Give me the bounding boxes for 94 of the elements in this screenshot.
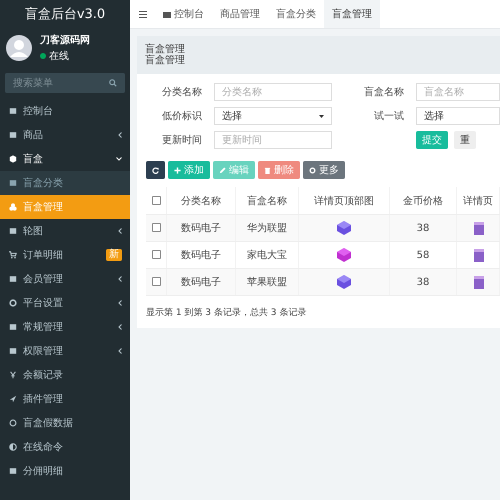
pencil-icon [219,166,226,174]
menu-item[interactable]: 盲盒 [0,147,130,171]
user-status: 在线 [49,50,69,63]
menu-item[interactable]: 商品 [0,123,130,147]
menu-item[interactable]: 平台设置 [0,291,130,315]
cart-icon [9,251,17,259]
table-cell: 数码电子 [166,214,236,242]
menu-label: 订单明细 [23,248,64,262]
chevron-left-icon [118,276,122,282]
table-cell: 苹果联盟 [236,268,298,296]
plus-icon [174,166,181,174]
row-checkbox[interactable] [152,250,160,260]
yen-icon [9,371,17,379]
pagination-info: 显示第 1 到第 3 条记录，总共 3 条记录 [146,306,308,319]
gift-box-image [336,274,352,290]
tab[interactable]: 盲盒分类 [268,0,324,28]
menu-label: 盲盒管理 [23,200,64,214]
menu-label: 商品 [23,128,44,142]
new-badge: 新 [106,249,122,261]
menu-item[interactable]: 分佣明细 [0,459,130,483]
menu-item[interactable]: 余额记录 [0,363,130,387]
menu-item[interactable]: 控制台 [0,99,130,123]
chevron-left-icon [118,324,122,330]
tab[interactable]: 商品管理 [212,0,268,28]
select-field[interactable]: 选择 [416,107,500,125]
menu-item[interactable]: 在线命令 [0,435,130,459]
menu-item[interactable]: 常规管理 [0,315,130,339]
input-field[interactable]: 盲盒名称 [416,83,500,101]
row-checkbox[interactable] [152,277,160,286]
table-cell: 数码电子 [166,268,236,296]
menu-label: 平台设置 [23,296,64,310]
field-label: 低价标识 [161,110,202,123]
select-field[interactable]: 选择 [214,107,332,125]
menu-item[interactable]: 订单明细 新 [0,243,130,267]
menu-item[interactable]: 盲盒假数据 [0,411,130,435]
menu-label: 轮图 [23,225,44,238]
gift-box-image [336,220,352,236]
half-icon [9,443,17,451]
refresh-icon [152,166,159,174]
menu-label: 控制台 [23,104,54,118]
table-cell: 华为联盟 [236,214,298,242]
gift-box-image [472,275,484,289]
chevron-left-icon [118,228,122,234]
panel-title: 盲盒管理 [145,44,186,55]
menu-item[interactable]: 权限管理 [0,339,130,363]
select-all-checkbox[interactable] [152,196,160,205]
menu-label: 常规管理 [23,320,64,334]
menu-label: 插件管理 [23,393,64,406]
tab[interactable]: 盲盒管理 [324,0,380,28]
input-field[interactable]: 更新时间 [214,131,332,149]
more-button[interactable]: 更多 [303,161,345,179]
menu-icon[interactable] [139,10,147,18]
chevron-left-icon [118,348,122,354]
app-title: 盲盒后台v3.0 [24,6,106,24]
field-label: 分类名称 [161,86,202,99]
menu-item[interactable]: 盲盒分类 [0,171,130,195]
status-dot-icon [40,53,46,59]
row-checkbox[interactable] [152,223,160,232]
search-field[interactable]: 搜索菜单 [5,73,125,93]
gift-box-image [472,221,484,235]
trash-icon [264,166,271,174]
menu-label: 盲盒分类 [23,176,64,190]
field-label: 试一试 [373,110,404,123]
menu-label: 分佣明细 [23,465,64,478]
reset-button[interactable]: 重 [454,131,476,149]
table-cell: 38 [390,268,456,296]
chevron-left-icon [118,132,122,138]
field-label: 更新时间 [161,134,202,147]
table-cell: 38 [390,214,456,242]
gift-box-image [336,247,352,263]
menu-label: 权限管理 [23,344,64,358]
gift-box-image [472,248,484,262]
cube-icon [9,155,17,163]
input-field[interactable]: 分类名称 [214,83,332,101]
menu-label: 盲盒 [23,152,44,166]
refresh-button[interactable] [146,161,165,179]
user-name: 刀客源码网 [40,33,90,47]
rocket-icon [9,395,17,403]
chevron-down-icon [116,157,122,161]
circle-icon [9,419,17,427]
chevron-left-icon [118,300,122,306]
caret-icon [319,114,324,118]
tab[interactable]: 控制台 [155,0,212,28]
search-icon [109,79,117,87]
menu-item[interactable]: 会员管理 [0,267,130,291]
menu-label: 余额记录 [23,368,64,382]
menu-label: 在线命令 [23,440,64,454]
menu-label: 盲盒假数据 [23,416,74,430]
panel-subtitle: 盲盒管理 [145,55,186,66]
menu-item[interactable]: 轮图 [0,219,130,243]
menu-label: 会员管理 [23,273,64,286]
field-label: 盲盒名称 [363,86,404,99]
menu-item[interactable]: 插件管理 [0,387,130,411]
avatar-icon [6,35,32,61]
